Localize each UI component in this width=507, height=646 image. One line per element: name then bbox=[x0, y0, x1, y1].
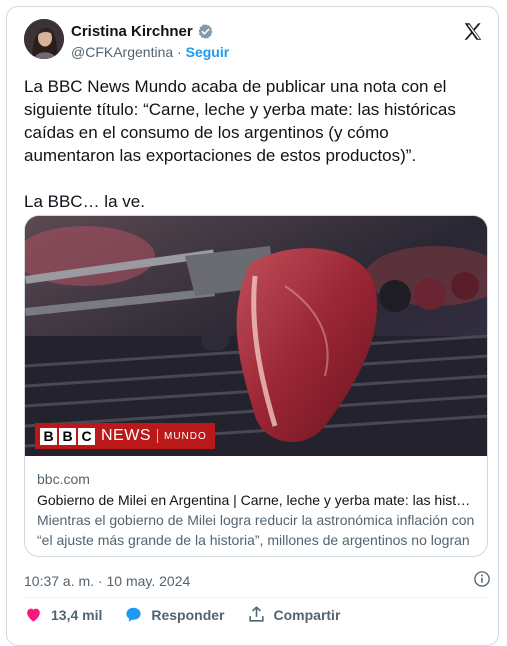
author-name-row: Cristina Kirchner bbox=[71, 23, 214, 40]
bbc-divider bbox=[157, 429, 158, 443]
like-button[interactable]: 13,4 mil bbox=[24, 605, 102, 624]
tweet-card: Cristina Kirchner @CFKArgentina · Seguir… bbox=[6, 6, 499, 646]
bbc-block: B bbox=[40, 427, 57, 445]
x-logo-icon[interactable] bbox=[462, 21, 484, 43]
action-bar: 13,4 mil Responder Compartir bbox=[24, 605, 362, 624]
share-button[interactable]: Compartir bbox=[247, 605, 341, 624]
reply-button[interactable]: Responder bbox=[124, 605, 225, 624]
heart-icon bbox=[27, 608, 40, 622]
avatar-photo bbox=[24, 19, 64, 59]
reply-icon bbox=[126, 607, 141, 622]
bbc-blocks: B B C bbox=[40, 427, 95, 445]
steak-grill-photo bbox=[25, 216, 487, 456]
bbc-news-mundo-logo: B B C NEWS MUNDO bbox=[35, 423, 215, 449]
avatar[interactable] bbox=[24, 19, 64, 59]
link-preview-image[interactable]: B B C NEWS MUNDO bbox=[25, 216, 487, 456]
share-label: Compartir bbox=[273, 606, 341, 623]
link-description: Mientras el gobierno de Milei logra redu… bbox=[37, 512, 475, 556]
author-name[interactable]: Cristina Kirchner bbox=[71, 23, 193, 40]
author-handle[interactable]: @CFKArgentina bbox=[71, 44, 173, 60]
reply-label: Responder bbox=[151, 606, 225, 623]
bbc-block: C bbox=[78, 427, 95, 445]
divider bbox=[24, 597, 490, 598]
bbc-block: B bbox=[59, 427, 76, 445]
verified-icon bbox=[198, 24, 213, 39]
info-icon[interactable] bbox=[473, 570, 491, 588]
tweet-timestamp[interactable]: 10:37 a. m. · 10 may. 2024 bbox=[24, 573, 190, 589]
author-handle-row: @CFKArgentina · Seguir bbox=[71, 44, 229, 60]
tweet-text: La BBC News Mundo acaba de publicar una … bbox=[24, 77, 456, 211]
follow-button[interactable]: Seguir bbox=[186, 44, 230, 60]
link-info[interactable]: bbc.com Gobierno de Milei en Argentina |… bbox=[25, 456, 487, 556]
bbc-news-label: NEWS bbox=[101, 427, 151, 444]
like-count: 13,4 mil bbox=[51, 606, 103, 623]
link-title: Gobierno de Milei en Argentina | Carne, … bbox=[37, 492, 477, 508]
link-domain: bbc.com bbox=[37, 471, 90, 487]
link-card[interactable]: B B C NEWS MUNDO bbc.com Gobierno de Mil… bbox=[24, 215, 488, 557]
bbc-mundo-label: MUNDO bbox=[164, 430, 207, 442]
share-icon bbox=[248, 606, 264, 622]
handle-separator: · bbox=[177, 44, 182, 60]
